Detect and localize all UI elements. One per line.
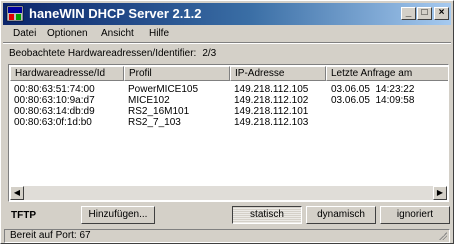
observed-addresses-label: Beobachtete Hardwareadressen/Identifier:… — [9, 48, 216, 59]
window-title: haneWIN DHCP Server 2.1.2 — [29, 6, 202, 21]
table-row[interactable]: 00:80:63:14:db:d9 RS2_16M101 149.218.112… — [9, 106, 448, 117]
scroll-right-button[interactable]: ▶ — [433, 186, 447, 200]
dynamic-button[interactable]: dynamisch — [306, 206, 376, 224]
resize-grip-icon[interactable] — [437, 230, 447, 240]
observed-text: Beobachtete Hardwareadressen/Identifier: — [9, 48, 197, 59]
arrow-right-icon: ▶ — [436, 188, 444, 197]
cell-hardware: 00:80:63:0f:1d:b0 — [14, 117, 92, 128]
cell-ip: 149.218.112.102 — [234, 95, 309, 106]
add-button[interactable]: Hinzufügen... — [81, 206, 155, 224]
menu-hilfe[interactable]: Hilfe — [149, 28, 169, 39]
table-row[interactable]: 00:80:63:51:74:00 PowerMICE105 149.218.1… — [9, 84, 448, 95]
close-button[interactable]: × — [434, 7, 449, 20]
maximize-button[interactable]: □ — [417, 7, 432, 20]
cell-hardware: 00:80:63:51:74:00 — [14, 84, 95, 95]
horizontal-scrollbar[interactable]: ◀ ▶ — [10, 186, 447, 200]
cell-profile: RS2_7_103 — [128, 117, 181, 128]
table-row[interactable]: 00:80:63:10:9a:d7 MICE102 149.218.112.10… — [9, 95, 448, 106]
cell-hardware: 00:80:63:14:db:d9 — [14, 106, 95, 117]
cell-last-request: 03.06.05 14:23:22 — [331, 84, 415, 95]
address-list[interactable]: Hardwareadresse/Id Profil IP-Adresse Let… — [8, 64, 449, 202]
status-text: Bereit auf Port: 67 — [10, 230, 91, 241]
app-window: haneWIN DHCP Server 2.1.2 _ □ × Datei Op… — [0, 0, 454, 244]
cell-ip: 149.218.112.101 — [234, 106, 309, 117]
menu-ansicht[interactable]: Ansicht — [101, 28, 134, 39]
dhcp-app-icon — [6, 5, 24, 22]
cell-ip: 149.218.112.103 — [234, 117, 309, 128]
cell-hardware: 00:80:63:10:9a:d7 — [14, 95, 95, 106]
cell-profile: PowerMICE105 — [128, 84, 199, 95]
cell-last-request: 03.06.05 14:09:58 — [331, 95, 415, 106]
table-row[interactable]: 00:80:63:0f:1d:b0 RS2_7_103 149.218.112.… — [9, 117, 448, 128]
title-bar[interactable]: haneWIN DHCP Server 2.1.2 _ □ × — [3, 3, 451, 25]
cell-profile: MICE102 — [128, 95, 170, 106]
close-icon: × — [438, 7, 445, 18]
minimize-button[interactable]: _ — [401, 7, 416, 20]
column-header-profile[interactable]: Profil — [124, 66, 230, 81]
scroll-left-button[interactable]: ◀ — [10, 186, 24, 200]
static-button[interactable]: statisch — [232, 206, 302, 224]
menu-separator — [3, 42, 451, 44]
column-header-last-request[interactable]: Letzte Anfrage am — [326, 66, 448, 81]
status-bar: Bereit auf Port: 67 — [4, 229, 450, 243]
menu-optionen[interactable]: Optionen — [47, 28, 88, 39]
tftp-label: TFTP — [11, 210, 36, 221]
column-header-hardware[interactable]: Hardwareadresse/Id — [10, 66, 124, 81]
arrow-left-icon: ◀ — [13, 188, 21, 197]
column-header-ip[interactable]: IP-Adresse — [230, 66, 326, 81]
ignored-button[interactable]: ignoriert — [380, 206, 450, 224]
minimize-icon: _ — [405, 7, 412, 18]
menu-datei[interactable]: Datei — [13, 28, 36, 39]
observed-count: 2/3 — [202, 48, 217, 59]
maximize-icon: □ — [421, 7, 428, 18]
cell-ip: 149.218.112.105 — [234, 84, 309, 95]
cell-profile: RS2_16M101 — [128, 106, 190, 117]
